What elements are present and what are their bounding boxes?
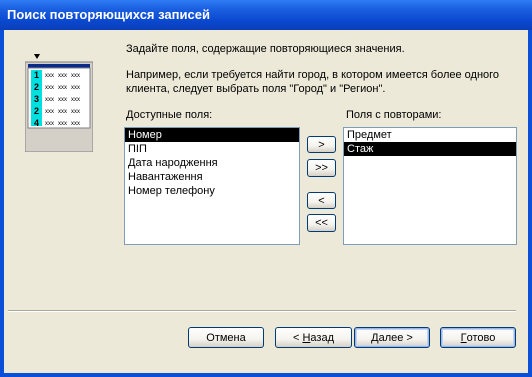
illustration-row-number: 3: [34, 94, 39, 104]
cancel-button[interactable]: Отмена: [188, 327, 264, 348]
svg-text:xxx: xxx: [45, 85, 54, 91]
illustration-row-number: 2: [34, 82, 39, 92]
illustration-row-number: 2: [34, 106, 39, 116]
example-text-line1: Например, если требуется найти город, в …: [126, 69, 500, 81]
instruction-text: Задайте поля, содержащие повторяющиеся з…: [126, 43, 405, 55]
list-item[interactable]: Номер: [125, 128, 299, 142]
add-all-fields-button[interactable]: >>: [307, 159, 336, 177]
svg-text:xxx: xxx: [58, 73, 67, 79]
svg-text:xxx: xxx: [58, 121, 67, 127]
list-item[interactable]: ПІП: [125, 142, 299, 156]
selected-fields-list[interactable]: Предмет Стаж: [343, 127, 517, 245]
svg-text:xxx: xxx: [71, 109, 80, 115]
list-item[interactable]: Навантаження: [125, 170, 299, 184]
window-title-bar: Поиск повторяющихся записей: [0, 0, 532, 30]
next-button[interactable]: Далее >: [354, 327, 430, 348]
svg-text:xxx: xxx: [71, 85, 80, 91]
selected-fields-label: Поля с повторами:: [346, 109, 442, 121]
remove-all-fields-button[interactable]: <<: [307, 214, 336, 232]
footer-separator: [8, 310, 516, 312]
svg-text:xxx: xxx: [58, 109, 67, 115]
svg-text:xxx: xxx: [45, 109, 54, 115]
remove-field-button[interactable]: <: [307, 192, 336, 209]
svg-text:xxx: xxx: [58, 85, 67, 91]
svg-text:xxx: xxx: [58, 97, 67, 103]
add-field-button[interactable]: >: [307, 136, 336, 153]
svg-text:xxx: xxx: [45, 73, 54, 79]
illustration-row-number: 4: [34, 118, 39, 128]
svg-text:xxx: xxx: [45, 97, 54, 103]
available-fields-list[interactable]: Номер ПІП Дата народження Навантаження Н…: [124, 127, 300, 245]
list-item[interactable]: Дата народження: [125, 156, 299, 170]
list-item[interactable]: Номер телефону: [125, 184, 299, 198]
illustration-row-number: 1: [34, 70, 39, 80]
table-illustration: 1 2 3 2 4 xxx xxx xxx xxx xxx xxx xxx xxx xxx …: [25, 54, 93, 152]
example-text-line2: клиента, следует выбрать поля "Город" и …: [126, 83, 386, 95]
arrow-down-icon: [34, 54, 40, 59]
back-button[interactable]: < Назад: [275, 327, 352, 348]
list-item[interactable]: Предмет: [344, 128, 516, 142]
window-title: Поиск повторяющихся записей: [7, 7, 210, 22]
svg-text:xxx: xxx: [71, 121, 80, 127]
svg-text:xxx: xxx: [45, 121, 54, 127]
finish-button[interactable]: Готово: [440, 327, 516, 348]
svg-text:xxx: xxx: [71, 97, 80, 103]
available-fields-label: Доступные поля:: [126, 109, 213, 121]
svg-text:xxx: xxx: [71, 73, 80, 79]
list-item[interactable]: Стаж: [344, 142, 516, 156]
